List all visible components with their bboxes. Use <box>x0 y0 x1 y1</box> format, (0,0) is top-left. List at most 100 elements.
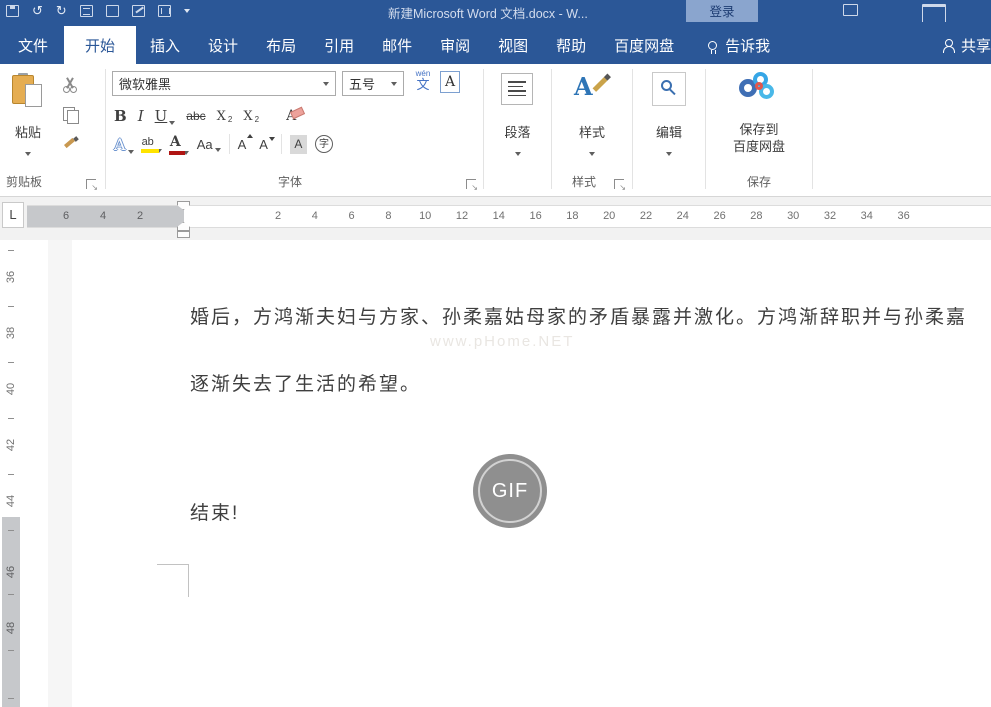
font-size-combobox[interactable]: 五号 <box>342 71 404 96</box>
bold-button[interactable]: B <box>114 107 127 125</box>
pinyin-guide-button[interactable]: wén 文 <box>412 70 434 91</box>
font-size-value: 五号 <box>349 74 375 93</box>
format-painter-button[interactable] <box>58 132 82 154</box>
h-ruler-number: 16 <box>527 210 545 222</box>
change-case-caret[interactable] <box>215 148 221 152</box>
tab-references[interactable]: 引用 <box>310 26 368 64</box>
italic-button[interactable]: I <box>138 107 144 125</box>
h-ruler-number: 30 <box>784 210 802 222</box>
copy-button[interactable] <box>58 103 82 125</box>
character-shading-button[interactable]: A <box>290 135 307 154</box>
text-effects-caret[interactable] <box>128 150 134 154</box>
v-ruler-tick <box>8 530 14 531</box>
v-ruler-tick <box>8 474 14 475</box>
styles-icon[interactable]: A <box>574 72 610 106</box>
v-ruler-number: 38 <box>5 324 17 342</box>
h-ruler-number: 2 <box>269 210 287 222</box>
tab-design[interactable]: 设计 <box>194 26 252 64</box>
clipboard-dialog-launcher[interactable] <box>86 179 96 189</box>
draw-icon[interactable] <box>132 5 145 17</box>
paragraph-button[interactable]: 段落 <box>484 122 551 141</box>
paragraph-group: 段落 <box>484 64 551 196</box>
grow-font-button[interactable]: A <box>238 137 252 152</box>
tab-help[interactable]: 帮助 <box>542 26 600 64</box>
person-icon <box>942 39 955 52</box>
underline-button[interactable]: U <box>155 107 168 125</box>
tab-review[interactable]: 审阅 <box>426 26 484 64</box>
font-dialog-launcher[interactable] <box>466 179 476 189</box>
vertical-ruler[interactable]: 36384042444648 <box>2 240 20 707</box>
print-icon[interactable] <box>80 5 93 17</box>
character-border-button[interactable]: A <box>440 71 460 93</box>
font-color-button[interactable]: A <box>170 134 181 155</box>
font-name-caret[interactable] <box>323 82 329 86</box>
new-document-icon[interactable] <box>106 5 119 17</box>
h-ruler-number: 12 <box>453 210 471 222</box>
undo-icon[interactable]: ↺ <box>32 1 43 21</box>
clear-formatting-button[interactable]: A <box>286 108 296 124</box>
paragraph-caret[interactable] <box>484 143 551 161</box>
ribbon-display-options-icon[interactable] <box>843 4 858 16</box>
h-ruler-margin-number: 4 <box>94 210 112 222</box>
ribbon-tab-bar: 文件开始插入设计布局引用邮件审阅视图帮助百度网盘 告诉我 共享 <box>0 22 991 64</box>
font-name-combobox[interactable]: 微软雅黑 <box>112 71 336 96</box>
document-canvas[interactable]: 婚后，方鸿渐夫妇与方家、孙柔嘉姑母家的矛盾暴露并激化。方鸿渐辞职并与孙柔嘉 ww… <box>20 240 991 707</box>
pinyin-big-text: 文 <box>412 78 434 91</box>
minimize-icon[interactable] <box>922 4 946 22</box>
font-group: 微软雅黑 五号 wén 文 A B I U abc X2 X2 A <box>106 64 483 196</box>
title-bar: ↺ ↻ 新建Microsoft Word 文档.docx - W... 登录 <box>0 0 991 22</box>
editing-icon-box[interactable] <box>652 72 686 106</box>
share-button[interactable]: 共享 <box>942 26 991 64</box>
enclose-characters-button[interactable]: 字 <box>315 135 333 153</box>
styles-group: A 样式 样式 <box>552 64 632 196</box>
strikethrough-button[interactable]: abc <box>186 109 205 123</box>
save-icon[interactable] <box>6 5 19 17</box>
styles-caret[interactable] <box>552 143 632 161</box>
v-ruler-number: 36 <box>5 268 17 286</box>
styles-dialog-launcher[interactable] <box>614 179 624 189</box>
tab-insert[interactable]: 插入 <box>136 26 194 64</box>
word-application-window: ↺ ↻ 新建Microsoft Word 文档.docx - W... 登录 文… <box>0 0 991 707</box>
underline-caret[interactable] <box>169 121 175 125</box>
subscript-button[interactable]: X2 <box>217 109 233 124</box>
text-boundary-corner-mark <box>157 564 189 597</box>
tab-layout[interactable]: 布局 <box>252 26 310 64</box>
tab-stop-selector[interactable]: L <box>2 202 24 228</box>
login-button[interactable]: 登录 <box>686 0 758 22</box>
v-ruler-tick <box>8 698 14 699</box>
clipboard-group-label: 剪贴板 <box>6 173 42 190</box>
text-effects-button[interactable]: A <box>114 135 126 154</box>
h-ruler-number: 32 <box>821 210 839 222</box>
paragraph-lines-icon[interactable] <box>501 73 533 105</box>
v-ruler-tick <box>8 306 14 307</box>
superscript-button[interactable]: X2 <box>243 109 259 124</box>
customize-qat-caret[interactable] <box>184 9 190 13</box>
tab-home[interactable]: 开始 <box>64 26 136 64</box>
document-paragraph-1: 婚后，方鸿渐夫妇与方家、孙柔嘉姑母家的矛盾暴露并激化。方鸿渐辞职并与孙柔嘉 <box>190 302 967 329</box>
share-label: 共享 <box>961 35 991 56</box>
table-icon[interactable] <box>158 5 171 17</box>
change-case-button[interactable]: Aa <box>197 137 213 152</box>
styles-button[interactable]: 样式 <box>552 122 632 141</box>
editing-button[interactable]: 编辑 <box>633 122 705 141</box>
editing-caret[interactable] <box>633 143 705 161</box>
document-paragraph-3: 结束! <box>190 498 239 525</box>
format-painter-icon <box>62 135 78 151</box>
tab-mailings[interactable]: 邮件 <box>368 26 426 64</box>
font-size-caret[interactable] <box>391 82 397 86</box>
h-ruler-margin-number: 2 <box>131 210 149 222</box>
tab-view[interactable]: 视图 <box>484 26 542 64</box>
tell-me-box[interactable]: 告诉我 <box>702 26 776 64</box>
highlight-button[interactable]: ab <box>142 136 154 153</box>
tab-file[interactable]: 文件 <box>2 26 64 64</box>
cut-button[interactable] <box>58 74 82 96</box>
h-ruler-number: 8 <box>379 210 397 222</box>
font-name-value: 微软雅黑 <box>119 74 171 93</box>
shrink-font-button[interactable]: A <box>259 137 273 152</box>
tab-baidu-netdisk[interactable]: 百度网盘 <box>600 26 688 64</box>
styles-group-label: 样式 <box>572 173 596 190</box>
horizontal-ruler[interactable]: 642 24681012141618202224262830323436 <box>27 205 991 228</box>
redo-icon[interactable]: ↻ <box>56 1 67 21</box>
paste-caret[interactable] <box>0 143 56 161</box>
left-indent-marker[interactable] <box>177 231 190 238</box>
